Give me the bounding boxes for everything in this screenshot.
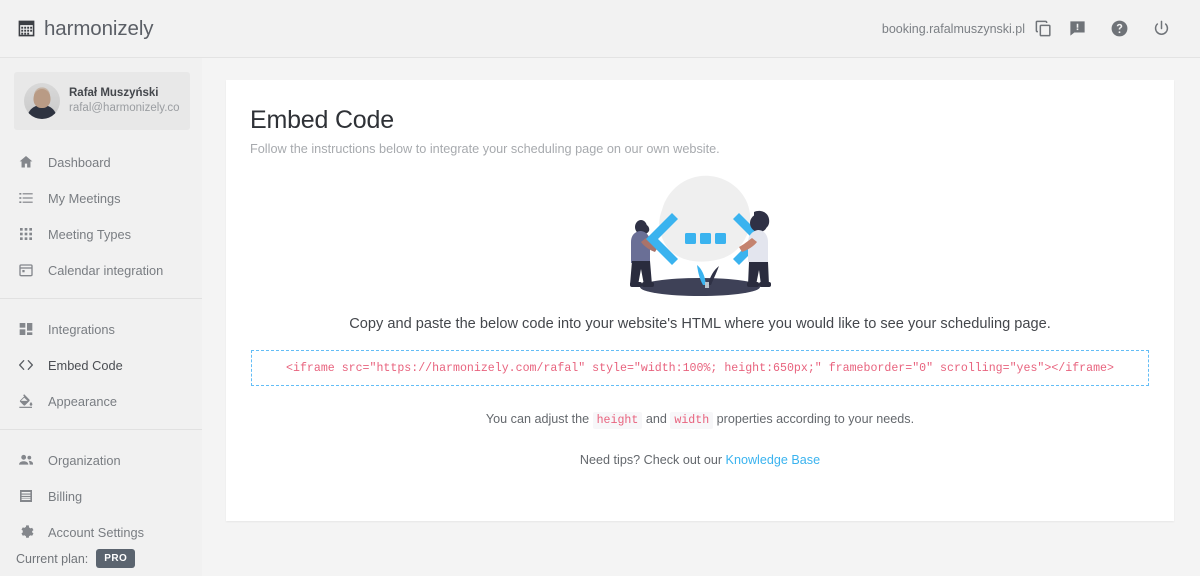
embed-code-text: <iframe src="https://harmonizely.com/raf… <box>286 361 1114 375</box>
paint-bucket-icon <box>19 394 33 408</box>
sidebar-item-label: My Meetings <box>48 190 121 206</box>
logout-button[interactable] <box>1140 8 1182 50</box>
sidebar-item-calendar-integration[interactable]: Calendar integration <box>0 252 202 288</box>
feedback-button[interactable] <box>1056 8 1098 50</box>
sidebar-item-label: Meeting Types <box>48 226 131 242</box>
power-icon <box>1154 20 1168 35</box>
adjust-note-suffix: properties according to your needs. <box>716 412 915 426</box>
copy-icon <box>1035 20 1051 37</box>
sidebar-item-dashboard[interactable]: Dashboard <box>0 144 202 180</box>
adjust-note-prefix: You can adjust the <box>485 412 590 426</box>
sidebar-item-label: Organization <box>48 452 121 468</box>
embed-code-card: Embed Code Follow the instructions below… <box>226 80 1174 521</box>
feedback-icon <box>1069 21 1085 36</box>
avatar <box>24 83 60 119</box>
tips-note: Need tips? Check out our Knowledge Base <box>250 453 1150 467</box>
sidebar-item-account-settings[interactable]: Account Settings <box>0 514 202 550</box>
header-actions: booking.rafalmuszynski.pl <box>882 8 1182 50</box>
sidebar-item-label: Calendar integration <box>48 262 164 278</box>
invoice-icon <box>20 490 32 502</box>
embed-code-box[interactable]: <iframe src="https://harmonizely.com/raf… <box>251 350 1149 386</box>
sidebar-group-primary: Dashboard My Meetings Meeting Types Cale… <box>0 144 202 288</box>
sidebar-item-integrations[interactable]: Integrations <box>0 311 202 347</box>
sidebar-item-label: Integrations <box>48 321 115 337</box>
booking-url-text: booking.rafalmuszynski.pl <box>881 21 1025 36</box>
gear-icon <box>21 525 34 538</box>
help-button[interactable] <box>1098 8 1140 50</box>
sidebar-group-account: Organization Billing Account Settings <box>0 429 202 550</box>
sidebar-item-organization[interactable]: Organization <box>0 442 202 478</box>
profile-email: rafal@harmonizely.com <box>69 102 180 114</box>
tips-note-prefix: Need tips? Check out our <box>579 453 723 467</box>
user-profile-card[interactable]: Rafał Muszyński rafal@harmonizely.com <box>14 72 190 130</box>
home-icon <box>19 156 33 168</box>
sidebar: Rafał Muszyński rafal@harmonizely.com Da… <box>0 58 202 576</box>
inline-code-height: height <box>592 412 643 429</box>
sidebar-item-label: Appearance <box>48 393 118 409</box>
copy-booking-url-button[interactable] <box>1030 8 1056 50</box>
illustration-wrapper <box>250 168 1150 302</box>
brand-name: harmonizely <box>44 16 154 40</box>
sidebar-item-label: Dashboard <box>48 154 111 170</box>
help-icon <box>1111 20 1127 37</box>
brand-logo[interactable]: harmonizely <box>16 16 154 41</box>
calendar-icon <box>18 20 35 37</box>
blocks-icon <box>19 323 33 335</box>
sidebar-item-label: Account Settings <box>48 524 145 540</box>
code-brackets-illustration <box>630 175 771 296</box>
calendar-icon <box>19 264 33 277</box>
sidebar-group-tools: Integrations Embed Code Appearance <box>0 298 202 419</box>
sidebar-item-billing[interactable]: Billing <box>0 478 202 514</box>
main-content: Embed Code Follow the instructions below… <box>202 58 1200 576</box>
grid-icon <box>20 228 32 240</box>
adjust-note: You can adjust the height and width prop… <box>250 412 1150 429</box>
app-header: harmonizely booking.rafalmuszynski.pl <box>0 0 1200 58</box>
sidebar-item-meeting-types[interactable]: Meeting Types <box>0 216 202 252</box>
code-brackets-icon <box>19 360 33 370</box>
status-badge[interactable]: PRO <box>96 549 136 568</box>
sidebar-item-label: Embed Code <box>48 357 123 373</box>
people-icon <box>19 454 33 465</box>
sidebar-item-embed-code[interactable]: Embed Code <box>0 347 202 383</box>
sidebar-nav: Dashboard My Meetings Meeting Types Cale… <box>0 144 202 550</box>
sidebar-item-label: Billing <box>48 488 83 504</box>
page-subtitle: Follow the instructions below to integra… <box>250 142 720 156</box>
copy-instruction-text: Copy and paste the below code into your … <box>349 316 1051 332</box>
current-plan: Current plan: PRO <box>16 549 136 568</box>
current-plan-label: Current plan: <box>16 551 89 566</box>
profile-name: Rafał Muszyński <box>69 87 159 99</box>
sidebar-item-appearance[interactable]: Appearance <box>0 383 202 419</box>
adjust-note-middle: and <box>645 412 667 426</box>
knowledge-base-link[interactable]: Knowledge Base <box>726 453 821 467</box>
inline-code-width: width <box>670 412 714 429</box>
list-icon <box>19 193 33 203</box>
sidebar-item-my-meetings[interactable]: My Meetings <box>0 180 202 216</box>
page-title: Embed Code <box>250 106 394 134</box>
